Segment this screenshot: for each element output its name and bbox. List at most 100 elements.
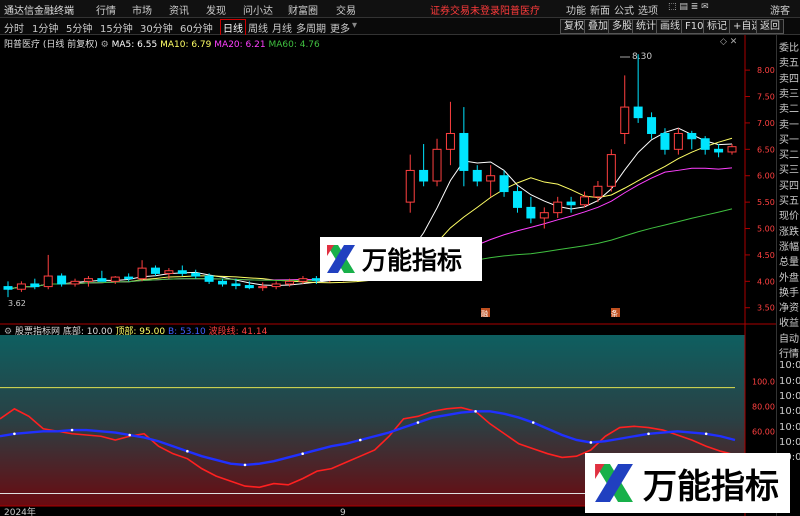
- bottom-value: 底部: 10.00: [62, 327, 113, 337]
- watermark-icon: [327, 245, 355, 273]
- side-panel-label[interactable]: 卖五: [779, 54, 799, 69]
- side-panel-label[interactable]: 买五: [779, 192, 799, 207]
- candle-body: [16, 283, 26, 290]
- indicator-tick-label: 60.00: [752, 427, 775, 436]
- period-15min[interactable]: 15分钟: [100, 20, 133, 35]
- side-panel-label[interactable]: 10:0: [779, 376, 800, 387]
- side-panel-label[interactable]: 涨跌: [779, 223, 799, 238]
- side-panel-label[interactable]: 外盘: [779, 269, 799, 284]
- side-panel-label[interactable]: 自动: [779, 330, 799, 345]
- app-logo-text: 通达信金融终端: [4, 6, 74, 17]
- menu-discover[interactable]: 发现: [206, 2, 226, 17]
- menu-formula[interactable]: 公式: [614, 2, 634, 17]
- watermark-text: 万能指标: [362, 246, 463, 275]
- period-intraday[interactable]: 分时: [4, 20, 24, 35]
- period-60min[interactable]: 60分钟: [180, 20, 213, 35]
- candle-body: [419, 169, 429, 182]
- candle-body: [110, 276, 120, 282]
- side-panel-label[interactable]: 净资: [779, 299, 799, 314]
- mark-button[interactable]: 标记: [703, 19, 731, 34]
- quote-side-panel[interactable]: 委比 卖五 卖四 卖三 卖二 卖一 买一 买二 买三 买四 买五 现价 涨跌 涨幅 总量 外盘 换手 净资 收益 自动…: [776, 35, 800, 516]
- back-button[interactable]: 返回: [756, 19, 784, 34]
- period-multi[interactable]: 多周期: [296, 20, 326, 35]
- side-panel-label[interactable]: 收益: [779, 314, 799, 329]
- gear-icon[interactable]: ⚙: [4, 327, 12, 337]
- candle-body: [231, 283, 241, 287]
- side-panel-label[interactable]: 卖三: [779, 85, 799, 100]
- candle-body: [285, 280, 295, 285]
- menu-news[interactable]: 资讯: [169, 2, 189, 17]
- menu-market-quotes[interactable]: 行情: [96, 2, 116, 17]
- side-panel-label[interactable]: 涨幅: [779, 238, 799, 253]
- side-panel-label[interactable]: 10:0: [779, 437, 800, 448]
- side-panel-label[interactable]: 现价: [779, 207, 799, 222]
- period-5min[interactable]: 5分钟: [66, 20, 92, 35]
- side-panel-label[interactable]: 买三: [779, 161, 799, 176]
- line1-value: B: 53.10: [167, 327, 206, 337]
- side-panel-label[interactable]: 买四: [779, 177, 799, 192]
- adjust-mode: (日线 前复权): [42, 40, 98, 50]
- period-monthly[interactable]: 月线: [272, 20, 292, 35]
- high-label: 8.30: [632, 52, 652, 62]
- period-daily[interactable]: 日线: [220, 19, 246, 36]
- login-notice[interactable]: 证券交易未登录: [430, 2, 500, 17]
- candle-body: [553, 201, 563, 214]
- price-tick-label: 6.50: [757, 145, 775, 154]
- candle-body: [620, 106, 630, 134]
- side-panel-label[interactable]: 行情: [779, 345, 799, 360]
- title-bar: 通达信金融终端 行情 市场 资讯 发现 问小达 财富圈 交易 证券交易未登录 阳…: [0, 0, 800, 18]
- side-panel-label[interactable]: 10:0: [779, 422, 800, 433]
- period-1min[interactable]: 1分钟: [32, 20, 58, 35]
- candle-body: [459, 132, 469, 171]
- side-panel-label[interactable]: 买一: [779, 131, 799, 146]
- stock-link[interactable]: 阳普医疗: [500, 2, 540, 17]
- icon-row[interactable]: ⬚ ▤ ≣ ✉: [668, 2, 709, 12]
- side-panel-label[interactable]: 换手: [779, 284, 799, 299]
- period-weekly[interactable]: 周线: [248, 20, 268, 35]
- b-line-dot: [704, 432, 708, 436]
- side-panel-label[interactable]: 卖二: [779, 100, 799, 115]
- menu-trade[interactable]: 交易: [336, 2, 356, 17]
- candle-body: [298, 278, 308, 282]
- menu-wealth-circle[interactable]: 财富圈: [288, 2, 318, 17]
- panel-controls[interactable]: ◇ ✕: [720, 37, 737, 47]
- menu-new-page[interactable]: 新面: [590, 2, 610, 17]
- draw-line-button[interactable]: 画线: [656, 19, 684, 34]
- b-line-dot: [474, 410, 477, 413]
- b-line-dot: [416, 421, 420, 424]
- menu-ask[interactable]: 问小达: [243, 2, 273, 17]
- side-panel-label[interactable]: 卖四: [779, 70, 799, 85]
- menu-market[interactable]: 市场: [132, 2, 152, 17]
- candle-body: [204, 275, 214, 282]
- user-label[interactable]: 游客: [770, 2, 790, 17]
- indicator-name[interactable]: 股票指标网: [15, 327, 60, 337]
- line2-value: 波段线: 41.14: [208, 327, 268, 337]
- candle-body: [526, 206, 536, 219]
- b-line-dot: [531, 421, 535, 424]
- period-more[interactable]: 更多: [330, 20, 350, 35]
- side-panel-label[interactable]: 10:0: [779, 391, 800, 402]
- indicator-legend: ⚙ 股票指标网 底部: 10.00 顶部: 95.00 B: 53.10 波段线…: [4, 324, 267, 337]
- period-toolbar: 分时 1分钟 5分钟 15分钟 30分钟 60分钟 日线 周线 月线 多周期 更…: [0, 18, 800, 36]
- period-30min[interactable]: 30分钟: [140, 20, 173, 35]
- side-panel-label[interactable]: 卖一: [779, 116, 799, 131]
- candle-body: [512, 191, 522, 208]
- indicator-tick-label: 80.00: [752, 402, 775, 411]
- side-panel-label[interactable]: 总量: [779, 253, 799, 268]
- b-line-dot: [243, 463, 247, 467]
- gear-icon[interactable]: ⚙: [101, 40, 109, 50]
- menu-options[interactable]: 选项: [638, 2, 658, 17]
- candle-body: [258, 286, 268, 289]
- price-tick-label: 5.00: [757, 225, 775, 234]
- side-panel-label[interactable]: 委比: [779, 39, 799, 54]
- chevron-down-icon[interactable]: ▾: [352, 20, 357, 31]
- side-panel-label[interactable]: 10:0: [779, 360, 800, 371]
- candle-body: [137, 267, 147, 280]
- candle-body: [593, 185, 603, 198]
- candle-body: [580, 196, 590, 206]
- price-tick-label: 4.00: [757, 277, 775, 286]
- side-panel-label[interactable]: 买二: [779, 146, 799, 161]
- candle-body: [30, 283, 40, 288]
- side-panel-label[interactable]: 10:0: [779, 406, 800, 417]
- menu-function[interactable]: 功能: [566, 2, 586, 17]
